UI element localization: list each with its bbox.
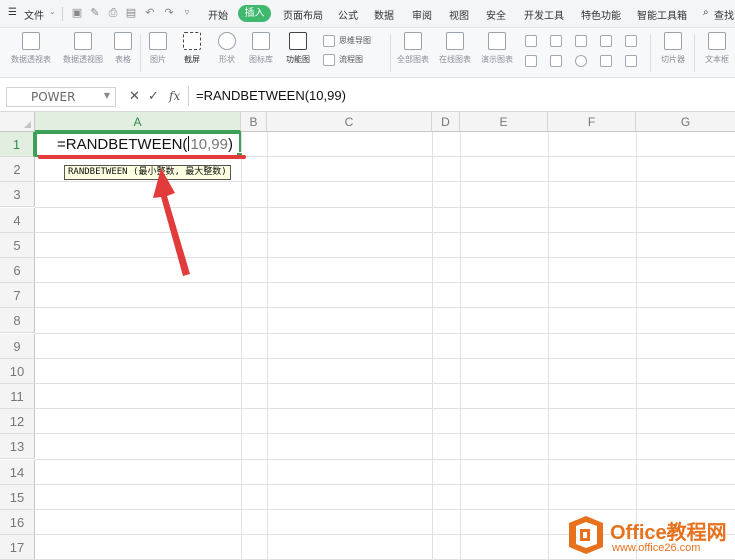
arrow-icon: [153, 168, 190, 276]
office-logo-icon: [569, 516, 603, 554]
watermark: Office教程网 www.office26.com: [568, 510, 735, 560]
watermark-url: www.office26.com: [612, 542, 701, 554]
annotation-arrow: [153, 168, 190, 276]
watermark-title: Office教程网: [610, 522, 727, 544]
